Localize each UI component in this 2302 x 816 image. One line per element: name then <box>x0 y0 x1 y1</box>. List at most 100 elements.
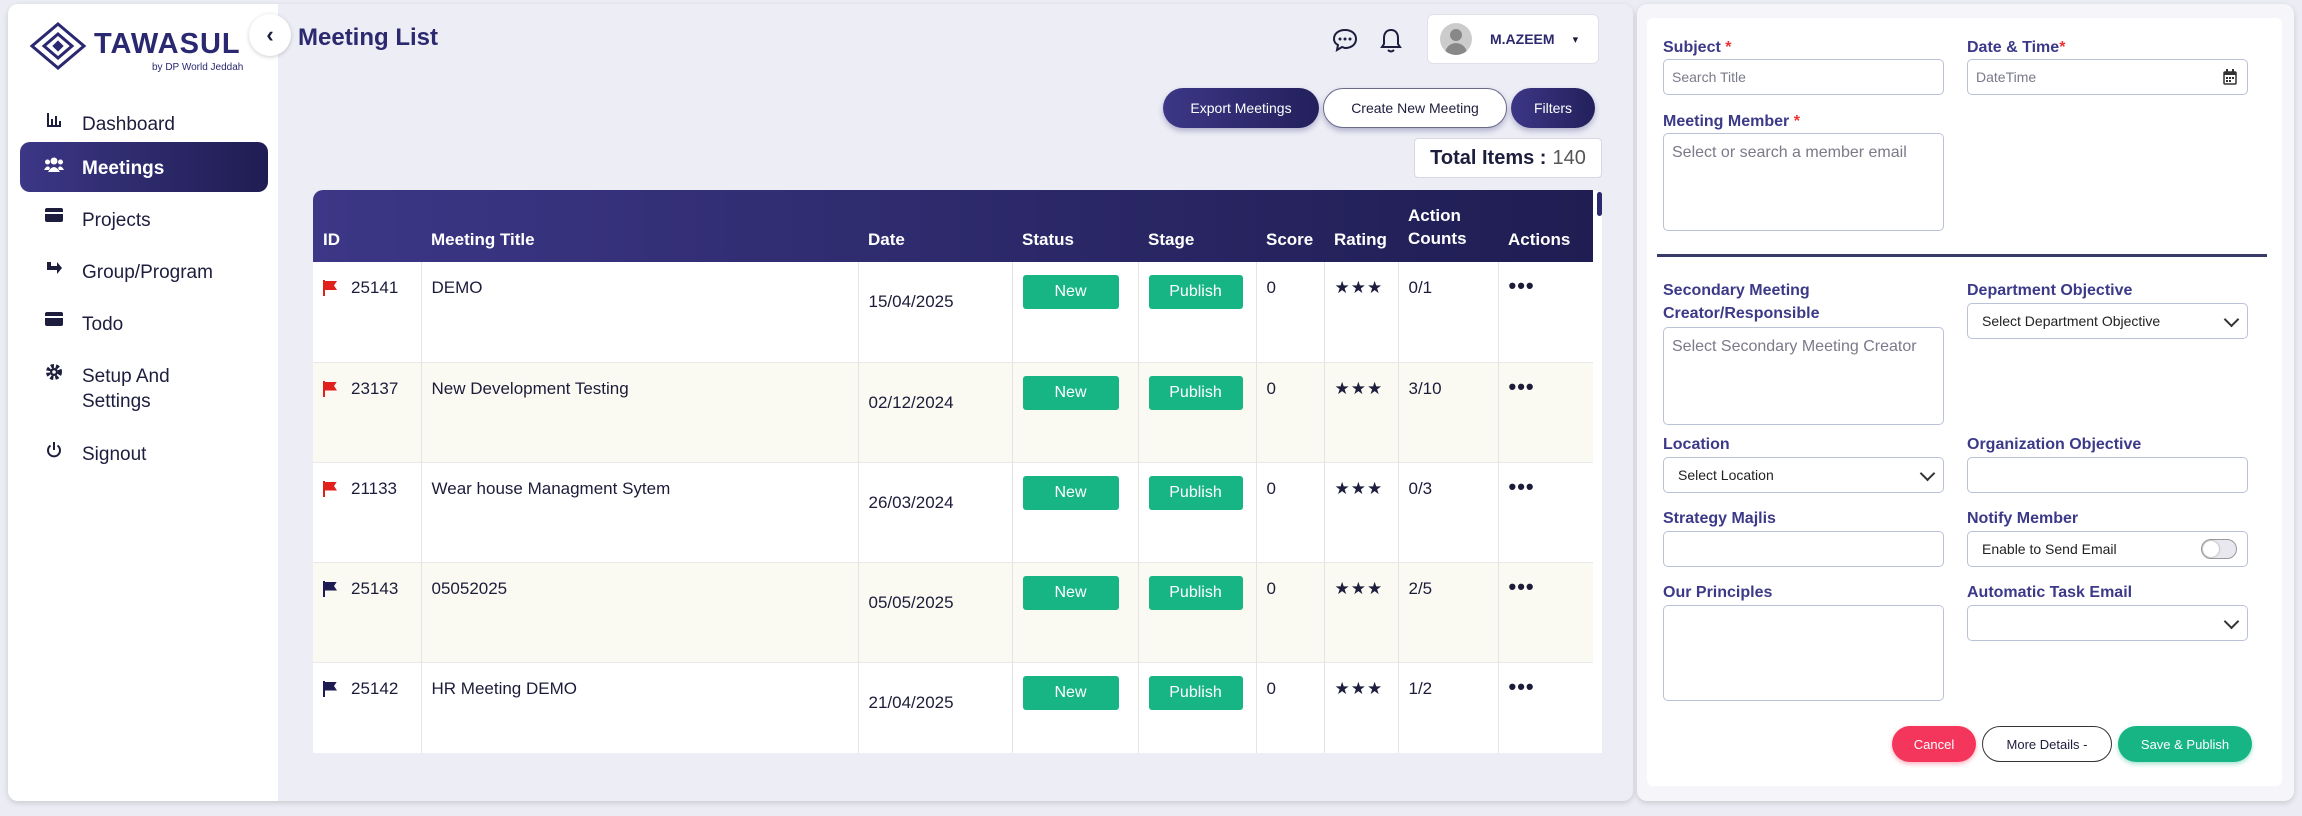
more-actions-icon[interactable]: ••• <box>1509 374 1535 399</box>
department-objective-value: Select Department Objective <box>1982 313 2161 329</box>
flag-icon[interactable] <box>323 680 337 697</box>
notify-toggle[interactable] <box>2201 539 2237 559</box>
export-meetings-button[interactable]: Export Meetings <box>1163 88 1319 128</box>
subject-input[interactable]: Search Title <box>1663 59 1944 95</box>
gear-icon <box>38 364 70 385</box>
column-header: Score <box>1266 230 1314 249</box>
column-header: Date <box>868 230 905 249</box>
cell-stage: Publish <box>1138 362 1257 463</box>
chevron-down-icon <box>1919 465 1936 482</box>
secondary-creator-input[interactable]: Select Secondary Meeting Creator <box>1663 327 1944 425</box>
meeting-member-input[interactable]: Select or search a member email <box>1663 133 1944 231</box>
sidebar-item-meetings[interactable]: Meetings <box>20 142 268 192</box>
automatic-task-email-select[interactable] <box>1967 605 2248 641</box>
flag-icon[interactable] <box>323 580 337 597</box>
meeting-id: 21133 <box>351 478 398 498</box>
datetime-input[interactable]: DateTime <box>1967 59 2248 95</box>
sidebar-item-projects[interactable]: Projects <box>20 194 268 244</box>
action-counts: 0/3 <box>1408 478 1433 498</box>
brand-subtitle: by DP World Jeddah <box>152 62 244 73</box>
cell-action-counts: 0/3 <box>1398 462 1499 563</box>
more-details-button[interactable]: More Details - <box>1982 726 2112 762</box>
chart-icon <box>38 112 70 133</box>
meeting-score: 0 <box>1266 678 1276 698</box>
cell-date: 02/12/2024 <box>858 362 1013 463</box>
table-scrollbar[interactable] <box>1597 192 1602 216</box>
sidebar-item-signout[interactable]: Signout <box>20 428 268 478</box>
organization-objective-label: Organization Objective <box>1967 436 2142 453</box>
flag-icon[interactable] <box>323 380 337 397</box>
cell-title[interactable]: DEMO <box>421 262 859 363</box>
user-menu[interactable]: M.AZEEM ▾ <box>1427 14 1599 64</box>
more-actions-icon[interactable]: ••• <box>1509 674 1535 699</box>
stage-badge: Publish <box>1148 575 1243 610</box>
more-actions-icon[interactable]: ••• <box>1509 273 1535 298</box>
cell-rating: ★★★ <box>1324 562 1399 663</box>
sidebar-item-setup-settings[interactable]: Setup And Settings <box>20 350 268 412</box>
cell-rating: ★★★ <box>1324 362 1399 463</box>
chat-icon[interactable] <box>1332 28 1358 58</box>
divider <box>1657 254 2267 257</box>
save-publish-button[interactable]: Save & Publish <box>2118 726 2252 762</box>
action-counts: 1/2 <box>1408 678 1433 698</box>
create-meeting-button[interactable]: Create New Meeting <box>1323 88 1507 128</box>
table-row[interactable]: 25141 DEMO 15/04/2025 New Publish 0 ★★★ 0/1 ••• <box>313 262 1593 363</box>
sidebar-item-dashboard[interactable]: Dashboard <box>20 98 268 148</box>
filters-button[interactable]: Filters <box>1511 88 1595 128</box>
action-counts: 0/1 <box>1408 278 1433 297</box>
cell-title[interactable]: 05052025 <box>421 562 859 663</box>
organization-objective-input[interactable] <box>1967 457 2248 493</box>
meeting-date: 21/04/2025 <box>868 692 954 712</box>
notify-member-label: Notify Member <box>1967 510 2079 527</box>
table-row[interactable]: 23137 New Development Testing 02/12/2024 Ne… <box>313 362 1593 463</box>
our-principles-input[interactable] <box>1663 605 1944 701</box>
status-badge: New <box>1022 575 1119 610</box>
sidebar-item-label: Signout <box>82 444 147 465</box>
collapse-sidebar-button[interactable]: ‹ <box>249 14 291 56</box>
department-objective-select[interactable]: Select Department Objective <box>1967 303 2248 339</box>
required-marker: * <box>2059 39 2066 56</box>
table-row[interactable]: 25143 05052025 05/05/2025 New Publish 0 ★★★ 2/5… <box>313 562 1593 663</box>
flag-icon[interactable] <box>323 280 337 296</box>
column-header: Rating <box>1334 230 1387 249</box>
sidebar-item-todo[interactable]: Todo <box>20 298 268 348</box>
bell-icon[interactable] <box>1380 28 1402 60</box>
more-actions-icon[interactable]: ••• <box>1509 574 1535 599</box>
cell-title[interactable]: New Development Testing <box>421 362 859 463</box>
cell-date: 05/05/2025 <box>858 562 1013 663</box>
secondary-creator-label: Secondary Meeting Creator/Responsible <box>1663 282 1820 322</box>
logo-mark-icon <box>29 22 87 70</box>
cell-rating: ★★★ <box>1324 462 1399 563</box>
meeting-id: 25143 <box>351 578 399 598</box>
calendar-icon[interactable] <box>2223 69 2237 88</box>
status-badge: New <box>1022 375 1119 410</box>
meeting-id: 23137 <box>351 378 399 398</box>
action-counts: 2/5 <box>1408 578 1433 598</box>
sidebar-item-label: Todo <box>82 314 124 335</box>
flag-icon[interactable] <box>323 480 337 497</box>
sidebar-item-group-program[interactable]: Group/Program <box>20 246 268 296</box>
cell-status: New <box>1012 362 1139 463</box>
strategy-majlis-input[interactable] <box>1663 531 1944 567</box>
create-meeting-form: Subject * Search Title Date & Time* Date… <box>1647 18 2282 786</box>
more-actions-icon[interactable]: ••• <box>1509 474 1535 499</box>
cell-score: 0 <box>1256 562 1325 663</box>
location-label: Location <box>1663 436 1730 453</box>
cancel-button[interactable]: Cancel <box>1892 726 1976 762</box>
cell-title[interactable]: Wear house Managment Sytem <box>421 462 859 563</box>
meeting-member-label: Meeting Member * <box>1663 110 1800 133</box>
sidebar-item-label: Group/Program <box>82 262 213 283</box>
card-icon <box>38 208 70 227</box>
rating-stars: ★★★ <box>1334 578 1384 598</box>
required-marker: * <box>1725 39 1732 56</box>
rating-stars: ★★★ <box>1334 278 1384 297</box>
location-select[interactable]: Select Location <box>1663 457 1944 493</box>
user-name: M.AZEEM <box>1490 31 1555 47</box>
cell-title[interactable]: HR Meeting DEMO <box>421 662 859 753</box>
datetime-placeholder: DateTime <box>1976 69 2037 85</box>
notify-toggle-label: Enable to Send Email <box>1982 541 2117 557</box>
location-value: Select Location <box>1678 467 1774 483</box>
table-row[interactable]: 25142 HR Meeting DEMO 21/04/2025 New Publish… <box>313 662 1593 753</box>
table-row[interactable]: 21133 Wear house Managment Sytem 26/03/202… <box>313 462 1593 563</box>
cell-actions: ••• <box>1498 462 1593 563</box>
